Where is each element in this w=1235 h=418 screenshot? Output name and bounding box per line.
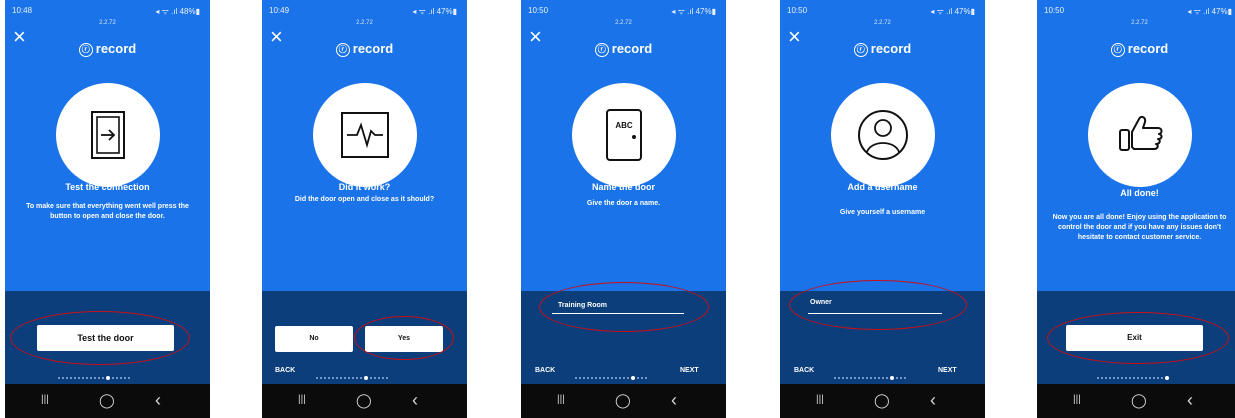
door-label: ABC	[615, 121, 633, 130]
screen-add-username: 10:50 ◂ ᯤ .ıl 47%▮ 2.2.72 × ⓡ record Add …	[780, 0, 985, 418]
status-time: 10:50	[1044, 6, 1065, 15]
recent-apps-icon[interactable]: |||	[1073, 392, 1081, 408]
version-label: 2.2.72	[99, 20, 116, 26]
brand-logo: ⓡ record	[521, 41, 726, 57]
back-icon[interactable]: ‹	[1187, 391, 1193, 409]
brand-logo: ⓡ record	[780, 41, 985, 57]
status-icons: ◂ ᯤ .ıl 47%▮	[930, 7, 975, 16]
highlight-annotation	[1047, 312, 1229, 364]
screen-title: Did it work?	[338, 182, 391, 192]
back-icon[interactable]: ‹	[930, 391, 936, 409]
version-label: 2.2.72	[874, 20, 891, 26]
screen-title: Add a username	[847, 182, 918, 192]
brand-logo: ⓡ record	[1037, 41, 1235, 57]
logo-text: record	[95, 41, 137, 56]
logo-text: record	[611, 41, 653, 56]
door-exit-icon	[56, 83, 160, 187]
highlight-annotation	[789, 280, 967, 330]
door-icon: ABC	[572, 83, 676, 187]
highlight-annotation	[10, 311, 190, 365]
status-time: 10:49	[269, 6, 290, 15]
user-icon	[831, 83, 935, 187]
recent-apps-icon[interactable]: |||	[557, 392, 565, 408]
status-icons: ◂ ᯤ .ıl 48%▮	[155, 7, 200, 16]
progress-dots	[58, 369, 132, 380]
highlight-annotation	[354, 316, 454, 360]
logo-text: record	[870, 41, 912, 56]
home-icon[interactable]: ◯	[356, 392, 372, 408]
next-button[interactable]: NEXT	[680, 367, 699, 374]
no-button[interactable]: No	[275, 326, 353, 352]
screen-all-done: 10:50 ◂ ᯤ .ıl 47%▮ 2.2.72 ⓡ record All do…	[1037, 0, 1235, 418]
next-button[interactable]: NEXT	[938, 367, 957, 374]
progress-dots	[1097, 369, 1171, 380]
home-icon[interactable]: ◯	[874, 392, 890, 408]
back-button[interactable]: BACK	[794, 367, 814, 374]
screen-name-door: 10:50 ◂ ᯤ .ıl 47%▮ 2.2.72 × ⓡ record ABC …	[521, 0, 726, 418]
screen-title: All done!	[1120, 188, 1159, 198]
heartbeat-icon	[313, 83, 417, 187]
version-label: 2.2.72	[1131, 20, 1148, 26]
thumbs-up-icon	[1088, 83, 1192, 187]
status-icons: ◂ ᯤ .ıl 47%▮	[412, 7, 457, 16]
recent-apps-icon[interactable]: |||	[298, 392, 306, 408]
back-icon[interactable]: ‹	[155, 391, 161, 409]
version-label: 2.2.72	[615, 20, 632, 26]
screen-description: Give yourself a username	[839, 209, 926, 216]
back-button[interactable]: BACK	[535, 367, 555, 374]
progress-dots	[575, 369, 649, 380]
screen-description: Now you are all done! Enjoy using the ap…	[1052, 214, 1227, 241]
back-icon[interactable]: ‹	[412, 391, 418, 409]
logo-mark: ⓡ	[335, 42, 350, 57]
logo-text: record	[1127, 41, 1169, 56]
screen-description: Give the door a name.	[586, 200, 661, 207]
screen-title: Name the door	[591, 182, 655, 192]
recent-apps-icon[interactable]: |||	[41, 392, 49, 408]
brand-logo: ⓡ record	[5, 41, 210, 57]
status-time: 10:50	[528, 6, 549, 15]
status-time: 10:50	[787, 6, 808, 15]
home-icon[interactable]: ◯	[99, 392, 115, 408]
progress-dots	[316, 369, 390, 380]
logo-mark: ⓡ	[594, 42, 609, 57]
logo-mark: ⓡ	[1110, 42, 1125, 57]
recent-apps-icon[interactable]: |||	[816, 392, 824, 408]
logo-text: record	[352, 41, 394, 56]
back-button[interactable]: BACK	[275, 367, 295, 374]
screen-test-connection: 10:48 ◂ ᯤ .ıl 48%▮ 2.2.72 × ⓡ record Test…	[5, 0, 210, 418]
highlight-annotation	[539, 282, 709, 332]
home-icon[interactable]: ◯	[615, 392, 631, 408]
brand-logo: ⓡ record	[262, 41, 467, 57]
back-icon[interactable]: ‹	[671, 391, 677, 409]
version-label: 2.2.72	[356, 20, 373, 26]
progress-dots	[834, 369, 908, 380]
status-icons: ◂ ᯤ .ıl 47%▮	[671, 7, 716, 16]
home-icon[interactable]: ◯	[1131, 392, 1147, 408]
status-icons: ◂ ᯤ .ıl 47%▮	[1187, 7, 1232, 16]
status-time: 10:48	[12, 6, 33, 15]
logo-mark: ⓡ	[853, 42, 868, 57]
screen-description: To make sure that everything went well p…	[26, 203, 189, 220]
screen-description: Did the door open and close as it should…	[294, 196, 435, 203]
logo-mark: ⓡ	[78, 42, 93, 57]
screen-did-it-work: 10:49 ◂ ᯤ .ıl 47%▮ 2.2.72 × ⓡ record Did …	[262, 0, 467, 418]
screen-title: Test the connection	[65, 182, 150, 192]
